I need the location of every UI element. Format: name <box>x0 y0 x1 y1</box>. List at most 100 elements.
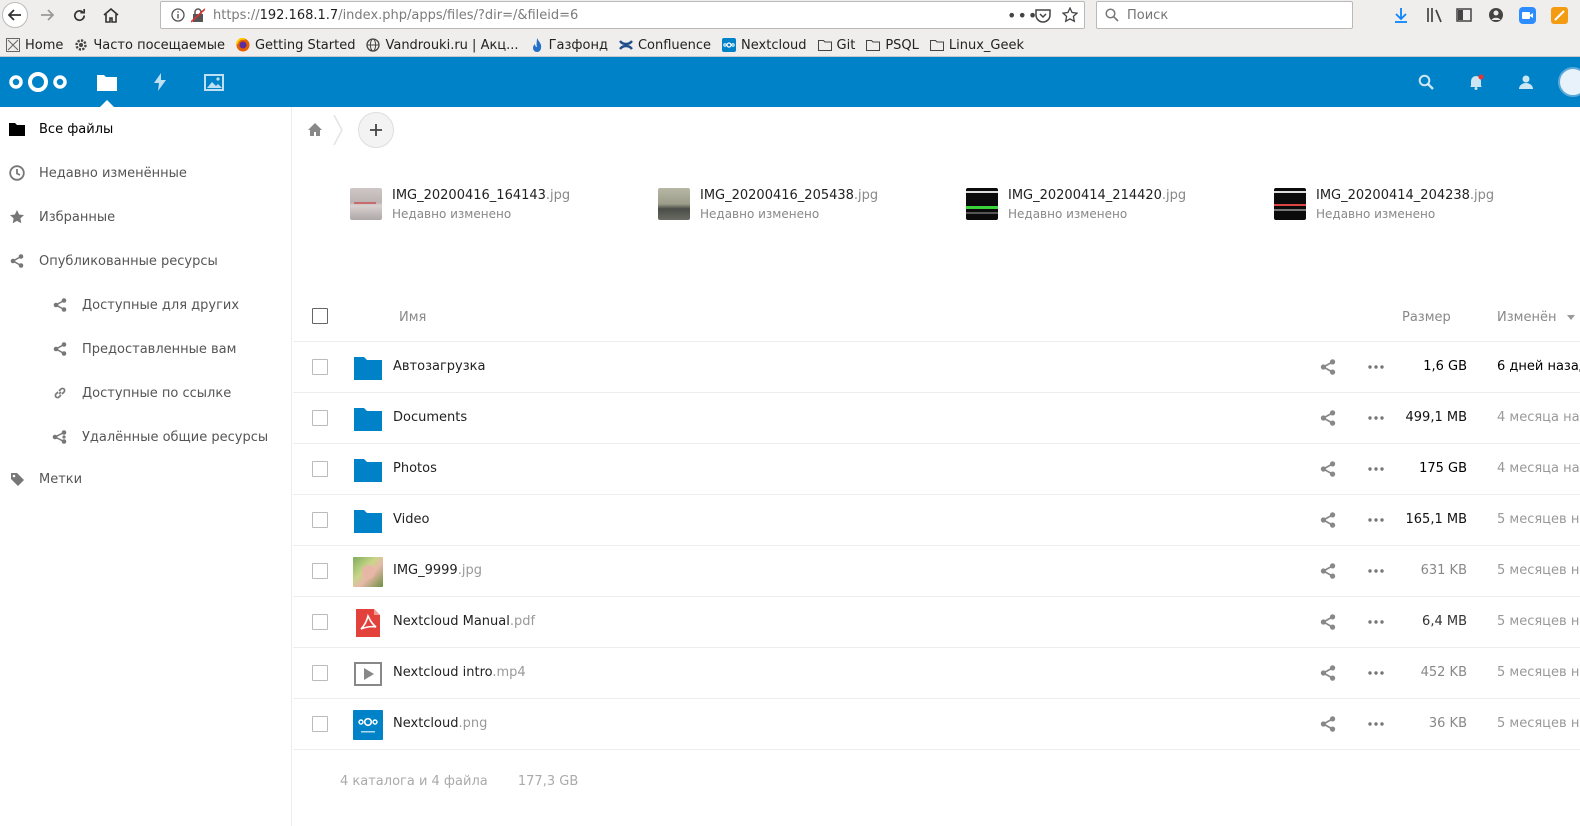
file-row[interactable]: IMG_9999.jpg 631 KB 5 месяцев назад <box>293 546 1580 597</box>
user-avatar[interactable] <box>1558 67 1580 97</box>
file-name[interactable]: Photos <box>393 461 437 476</box>
sidebar-item-tags[interactable]: Метки <box>0 457 290 501</box>
sidebar-item-shared-with-you[interactable]: Предоставленные вам <box>0 327 290 371</box>
new-file-button[interactable] <box>358 112 394 148</box>
more-actions-icon[interactable] <box>1367 461 1385 477</box>
bookmark-psql[interactable]: PSQL <box>866 38 919 53</box>
files-app-button[interactable] <box>95 70 119 94</box>
file-name[interactable]: Video <box>393 512 429 527</box>
file-row[interactable]: Автозагрузка 1,6 GB 6 дней назад <box>293 342 1580 393</box>
sidebar-item-recent[interactable]: Недавно изменённые <box>0 151 290 195</box>
recent-file-item[interactable]: IMG_20200416_205438.jpg Недавно изменено <box>658 186 958 226</box>
row-checkbox[interactable] <box>312 359 328 375</box>
zoom-extension-icon[interactable] <box>1519 7 1536 28</box>
file-row[interactable]: Nextcloud Manual.pdf 6,4 MB 5 месяцев на… <box>293 597 1580 648</box>
home-button[interactable] <box>99 4 123 26</box>
bookmark-gazfond[interactable]: Газфонд <box>530 38 608 53</box>
file-name[interactable]: Nextcloud intro.mp4 <box>393 665 526 680</box>
more-actions-icon[interactable] <box>1367 563 1385 579</box>
row-checkbox[interactable] <box>312 614 328 630</box>
downloads-icon[interactable] <box>1393 7 1409 27</box>
row-checkbox[interactable] <box>312 410 328 426</box>
bookmark-confluence[interactable]: Confluence <box>618 38 711 53</box>
recent-file-item[interactable]: IMG_20200414_214420.jpg Недавно изменено <box>966 186 1266 226</box>
bookmark-git[interactable]: Git <box>817 38 855 53</box>
contacts-menu-button[interactable] <box>1514 70 1538 94</box>
sort-by-modified[interactable]: Изменён <box>1497 310 1575 325</box>
bookmark-home[interactable]: Home <box>6 38 63 53</box>
sort-by-size[interactable]: Размер <box>1402 310 1451 325</box>
recent-file-item[interactable]: IMG_20200414_204238.jpg Недавно изменено <box>1274 186 1574 226</box>
bookmark-star-icon[interactable] <box>1061 6 1079 27</box>
recent-file-item[interactable]: IMG_20200416_164143.jpg Недавно изменено <box>350 186 650 226</box>
extension-icon[interactable] <box>1551 7 1568 28</box>
more-actions-icon[interactable] <box>1367 410 1385 426</box>
reload-button[interactable] <box>67 4 91 26</box>
gallery-app-button[interactable] <box>202 70 226 94</box>
pocket-icon[interactable] <box>1035 8 1051 27</box>
file-name[interactable]: Автозагрузка <box>393 359 485 374</box>
file-name[interactable]: Nextcloud.png <box>393 716 487 731</box>
insecure-lock-icon[interactable] <box>190 8 206 27</box>
sort-by-name[interactable]: Имя <box>399 310 426 325</box>
sidebar-item-shared-by-link[interactable]: Доступные по ссылке <box>0 371 290 415</box>
share-icon[interactable] <box>1320 461 1336 477</box>
file-name[interactable]: Nextcloud Manual.pdf <box>393 614 535 629</box>
more-actions-icon[interactable] <box>1367 614 1385 630</box>
more-actions-icon[interactable] <box>1367 359 1385 375</box>
row-checkbox[interactable] <box>312 512 328 528</box>
more-actions-icon[interactable] <box>1367 512 1385 528</box>
share-icon[interactable] <box>1320 614 1336 630</box>
bookmark-label: Home <box>25 37 64 53</box>
bookmark-linux-geek[interactable]: Linux_Geek <box>929 38 1024 53</box>
unified-search-button[interactable] <box>1414 70 1438 94</box>
share-icon[interactable] <box>1320 716 1336 732</box>
row-checkbox[interactable] <box>312 563 328 579</box>
file-basename: Nextcloud Manual <box>393 614 510 629</box>
bookmark-most-visited[interactable]: Часто посещаемые <box>74 38 225 53</box>
sidebar-item-shared-with-others[interactable]: Доступные для других <box>0 283 290 327</box>
sidebar-toggle-icon[interactable] <box>1456 7 1472 27</box>
bookmark-vandrouki[interactable]: Vandrouki.ru | Акц... <box>366 38 519 53</box>
url-text[interactable]: https://192.168.1.7/index.php/apps/files… <box>213 8 578 23</box>
file-row[interactable]: Nextcloud intro.mp4 452 KB 5 месяцев наз… <box>293 648 1580 699</box>
sidebar-item-shares[interactable]: Опубликованные ресурсы <box>0 239 290 283</box>
notifications-button[interactable] <box>1464 70 1488 94</box>
forward-button[interactable] <box>35 4 59 26</box>
library-icon[interactable] <box>1426 7 1444 27</box>
sidebar-item-favorites[interactable]: Избранные <box>0 195 290 239</box>
home-crumb[interactable] <box>307 122 323 141</box>
sidebar-item-remote-shares[interactable]: Удалённые общие ресурсы <box>0 415 290 459</box>
file-basename: IMG_20200414_214420 <box>1008 188 1162 203</box>
share-icon[interactable] <box>1320 359 1336 375</box>
nextcloud-logo[interactable] <box>8 70 68 98</box>
share-icon[interactable] <box>1320 410 1336 426</box>
page-actions-icon[interactable]: ••• <box>1007 6 1038 25</box>
file-name[interactable]: Documents <box>393 410 467 425</box>
more-actions-icon[interactable] <box>1367 716 1385 732</box>
file-name[interactable]: IMG_9999.jpg <box>393 563 482 578</box>
browser-search-bar[interactable] <box>1096 1 1353 29</box>
file-row[interactable]: Photos 175 GB 4 месяца назад <box>293 444 1580 495</box>
account-icon[interactable] <box>1488 7 1504 27</box>
bookmark-nextcloud[interactable]: Nextcloud <box>722 38 807 53</box>
more-actions-icon[interactable] <box>1367 665 1385 681</box>
share-icon[interactable] <box>1320 665 1336 681</box>
row-checkbox[interactable] <box>312 461 328 477</box>
share-icon[interactable] <box>1320 512 1336 528</box>
back-button[interactable] <box>2 2 28 28</box>
row-checkbox[interactable] <box>312 665 328 681</box>
activity-app-button[interactable] <box>148 70 172 94</box>
info-icon[interactable] <box>171 8 185 26</box>
file-row[interactable]: Documents 499,1 MB 4 месяца назад <box>293 393 1580 444</box>
file-row[interactable]: Video 165,1 MB 5 месяцев назад <box>293 495 1580 546</box>
browser-search-input[interactable] <box>1127 7 1327 23</box>
nextcloud-logo-icon <box>9 72 67 92</box>
bookmark-getting-started[interactable]: Getting Started <box>235 38 355 53</box>
share-icon[interactable] <box>1320 563 1336 579</box>
file-row[interactable]: Nextcloud.png 36 KB 5 месяцев назад <box>293 699 1580 750</box>
row-checkbox[interactable] <box>312 716 328 732</box>
select-all-checkbox[interactable] <box>312 308 328 324</box>
sidebar-item-all-files[interactable]: Все файлы <box>0 107 290 151</box>
url-bar[interactable]: https://192.168.1.7/index.php/apps/files… <box>160 1 1085 29</box>
